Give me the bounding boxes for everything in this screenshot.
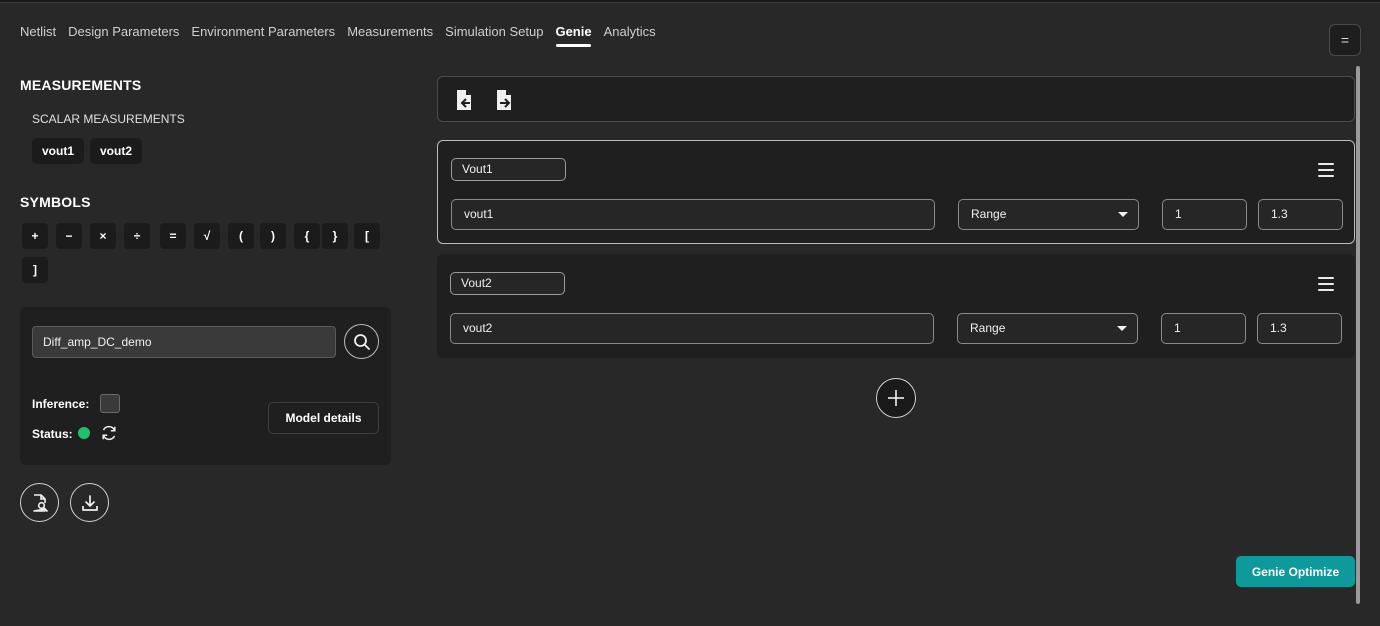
panel-menu-button[interactable]: = — [1329, 24, 1361, 56]
measure-mode-select[interactable]: Range — [958, 199, 1139, 230]
model-name-input[interactable] — [32, 326, 336, 358]
measure-name-field[interactable]: Vout1 — [451, 158, 566, 181]
measure-mode-value: Range — [970, 321, 1006, 335]
symbol-sqrt[interactable]: √ — [194, 223, 220, 249]
measure-toolbar — [437, 76, 1355, 122]
plus-icon — [888, 390, 904, 406]
tab-bar: Netlist Design Parameters Environment Pa… — [20, 24, 656, 47]
chevron-down-icon — [1117, 326, 1127, 331]
symbol-divide[interactable]: ÷ — [124, 223, 150, 249]
equals-icon: = — [1340, 32, 1350, 48]
hamburger-icon[interactable] — [1318, 277, 1334, 291]
symbol-close-paren[interactable]: ) — [260, 223, 286, 249]
tab-genie[interactable]: Genie — [555, 24, 592, 47]
tab-environment-parameters[interactable]: Environment Parameters — [191, 24, 335, 47]
measure-card-vout1[interactable]: Vout1 vout1 Range 1 1.3 — [437, 140, 1355, 244]
symbol-open-bracket[interactable]: [ — [354, 223, 380, 249]
measurements-title: MEASUREMENTS — [20, 77, 142, 93]
measure-mode-value: Range — [971, 207, 1007, 221]
model-details-button[interactable]: Model details — [268, 402, 379, 434]
symbol-minus[interactable]: − — [56, 223, 82, 249]
measurement-chip-vout1[interactable]: vout1 — [32, 138, 85, 164]
symbol-open-brace[interactable]: { — [294, 223, 320, 249]
vertical-scrollbar[interactable] — [1356, 66, 1360, 604]
measure-max-field[interactable]: 1.3 — [1258, 199, 1343, 230]
measure-card-vout2[interactable]: Vout2 vout2 Range 1 1.3 — [437, 254, 1355, 358]
file-search-icon — [32, 493, 48, 512]
add-measure-button[interactable] — [876, 378, 916, 418]
search-icon — [353, 333, 370, 350]
measure-max-field[interactable]: 1.3 — [1257, 313, 1342, 344]
measure-expression-field[interactable]: vout2 — [450, 313, 934, 344]
download-icon — [81, 494, 98, 511]
symbols-title: SYMBOLS — [20, 194, 91, 210]
hamburger-icon[interactable] — [1318, 163, 1334, 177]
inference-checkbox[interactable] — [100, 394, 120, 413]
file-export-icon[interactable] — [494, 89, 514, 111]
genie-optimize-button[interactable]: Genie Optimize — [1236, 556, 1355, 587]
symbol-close-bracket[interactable]: ] — [22, 257, 48, 283]
scalar-measurements-label: SCALAR MEASUREMENTS — [32, 112, 185, 126]
window-top-border — [0, 0, 1380, 3]
model-card: Inference: Status: Model details — [20, 307, 391, 465]
symbol-close-brace[interactable]: } — [322, 223, 348, 249]
chevron-down-icon — [1118, 212, 1128, 217]
tab-measurements[interactable]: Measurements — [347, 24, 433, 47]
tab-analytics[interactable]: Analytics — [604, 24, 656, 47]
tab-design-parameters[interactable]: Design Parameters — [68, 24, 179, 47]
tab-simulation-setup[interactable]: Simulation Setup — [445, 24, 543, 47]
model-search-button[interactable] — [344, 324, 379, 359]
measure-mode-select[interactable]: Range — [957, 313, 1138, 344]
symbol-multiply[interactable]: × — [90, 223, 116, 249]
download-button[interactable] — [70, 483, 109, 522]
tab-netlist[interactable]: Netlist — [20, 24, 56, 47]
file-search-button[interactable] — [20, 483, 59, 522]
symbol-equals[interactable]: = — [160, 223, 186, 249]
symbol-open-paren[interactable]: ( — [228, 223, 254, 249]
refresh-icon[interactable] — [100, 424, 118, 442]
measure-min-field[interactable]: 1 — [1162, 199, 1247, 230]
measure-name-field[interactable]: Vout2 — [450, 272, 565, 295]
status-label: Status: — [32, 427, 73, 441]
status-indicator-dot — [78, 427, 90, 439]
measurement-chip-vout2[interactable]: vout2 — [90, 138, 143, 164]
measure-min-field[interactable]: 1 — [1161, 313, 1246, 344]
inference-label: Inference: — [32, 397, 90, 411]
file-import-icon[interactable] — [454, 89, 474, 111]
symbol-plus[interactable]: + — [22, 223, 48, 249]
measure-expression-field[interactable]: vout1 — [451, 199, 935, 230]
